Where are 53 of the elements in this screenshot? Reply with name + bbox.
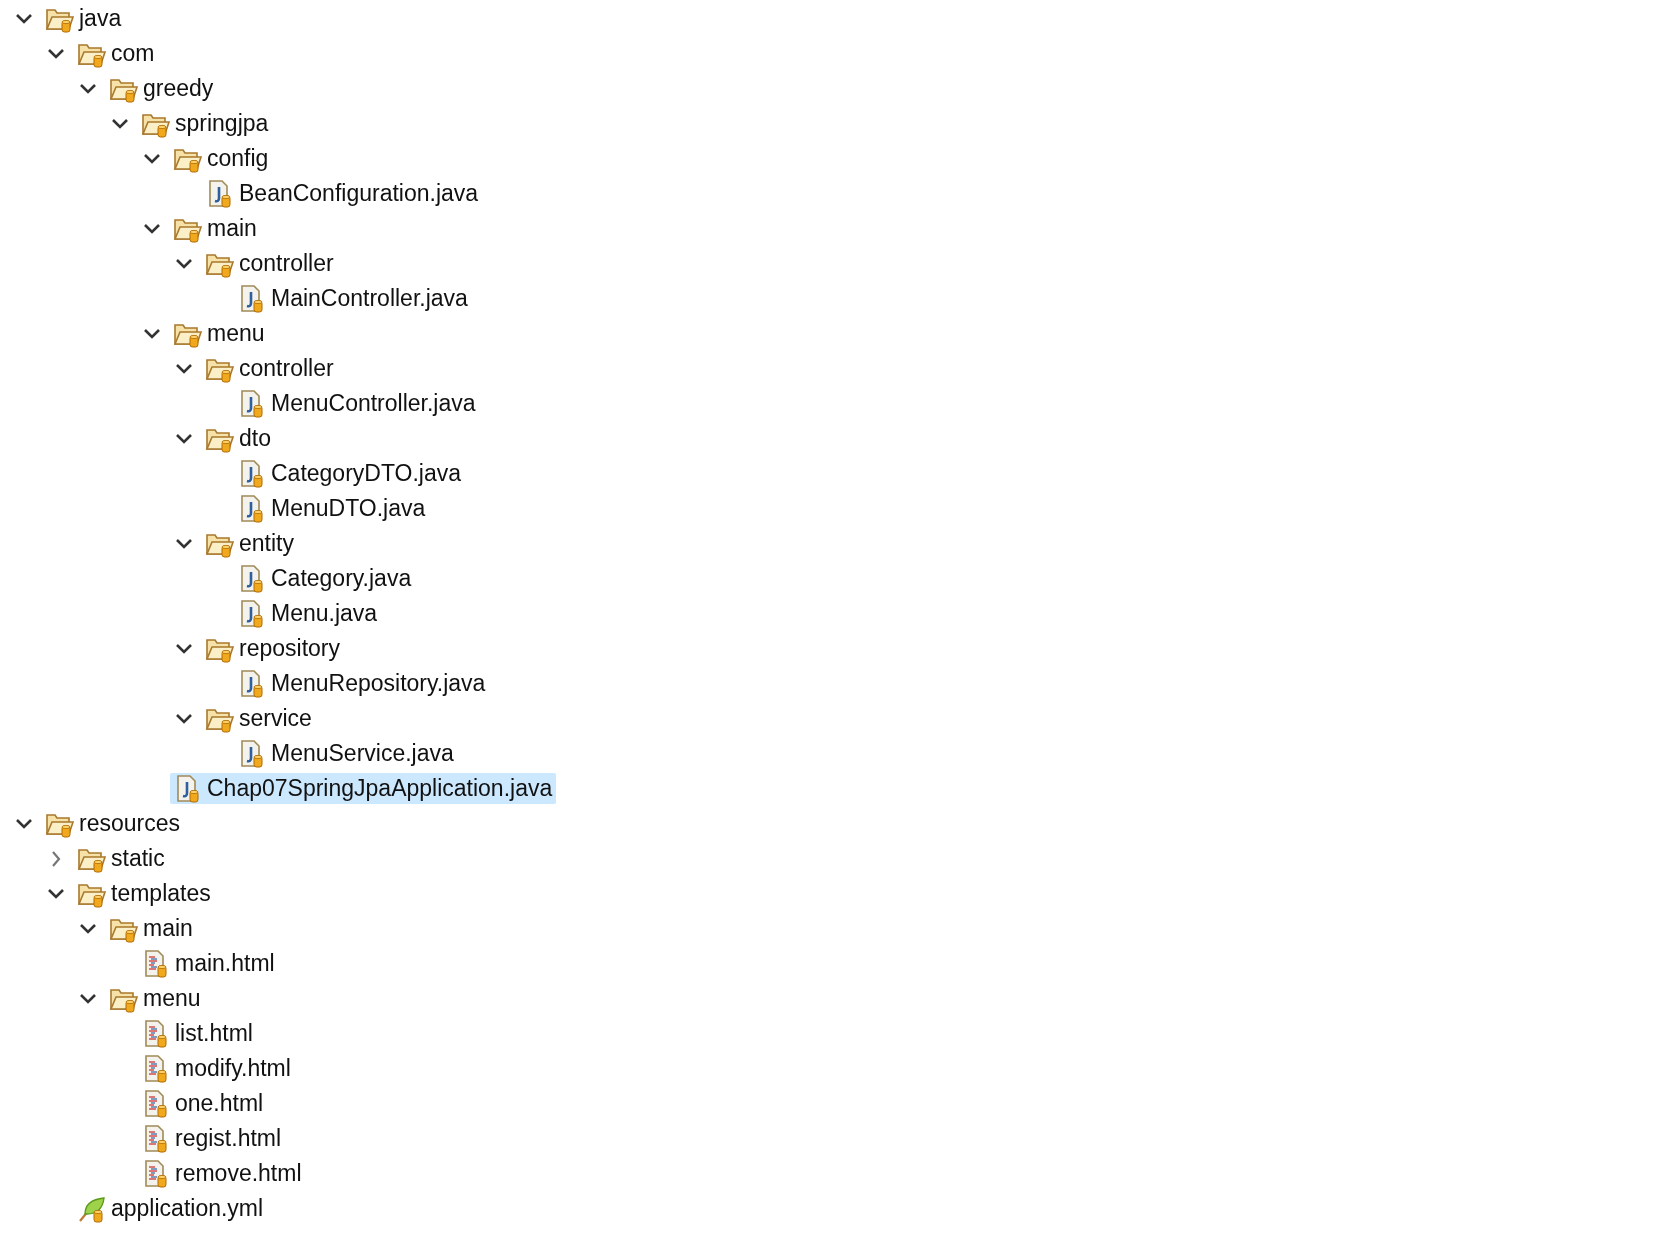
chevron-down-icon [175,537,193,550]
tree-item[interactable]: config [170,143,273,174]
chevron-down-icon [79,922,97,935]
chevron-down-icon [15,12,33,25]
tree-item[interactable]: entity [202,528,298,559]
chevron-right-icon [50,849,62,868]
tree-item[interactable]: one.html [138,1088,268,1119]
tree-item[interactable]: MenuDTO.java [234,493,430,524]
tree-item[interactable]: MenuController.java [234,388,480,419]
tree-item[interactable]: dto [202,423,275,454]
tree-item[interactable]: resources [42,808,184,839]
tree-item[interactable]: Menu.java [234,598,382,629]
tree-item[interactable]: MenuRepository.java [234,668,490,699]
chevron-down-icon [175,712,193,725]
tree-item[interactable]: Category.java [234,563,416,594]
tree-item[interactable]: CategoryDTO.java [234,458,466,489]
chevron-down-icon [143,222,161,235]
chevron-down-icon [47,887,65,900]
tree-item[interactable]: java [42,3,126,34]
chevron-down-icon [175,257,193,270]
chevron-down-icon [79,992,97,1005]
tree-item[interactable]: springjpa [138,108,273,139]
tree-item[interactable]: repository [202,633,344,664]
tree-item[interactable]: regist.html [138,1123,286,1154]
chevron-down-icon [111,117,129,130]
chevron-down-icon [47,47,65,60]
chevron-down-icon [143,327,161,340]
tree-item[interactable]: main [106,913,197,944]
tree-item[interactable]: list.html [138,1018,257,1049]
tree-item[interactable]: controller [202,248,338,279]
tree-item[interactable]: modify.html [138,1053,295,1084]
tree-item[interactable]: main [170,213,261,244]
chevron-down-icon [175,642,193,655]
tree-item[interactable]: MenuService.java [234,738,458,769]
tree-item[interactable]: com [74,38,159,69]
chevron-down-icon [175,362,193,375]
tree-item[interactable]: static [74,843,169,874]
tree-item[interactable]: templates [74,878,215,909]
chevron-down-icon [143,152,161,165]
tree-item[interactable]: greedy [106,73,218,104]
chevron-down-icon [15,817,33,830]
tree-item[interactable]: remove.html [138,1158,306,1189]
tree-item[interactable]: BeanConfiguration.java [202,178,483,209]
tree-item[interactable]: controller [202,353,338,384]
tree-item[interactable]: menu [170,318,269,349]
tree-item[interactable]: MainController.java [234,283,472,314]
tree-item[interactable]: menu [106,983,205,1014]
tree-item[interactable]: Chap07SpringJpaApplication.java [170,773,557,804]
tree-item[interactable]: application.yml [74,1193,268,1224]
chevron-down-icon [79,82,97,95]
tree-item[interactable]: main.html [138,948,279,979]
tree-item[interactable]: service [202,703,316,734]
chevron-down-icon [175,432,193,445]
